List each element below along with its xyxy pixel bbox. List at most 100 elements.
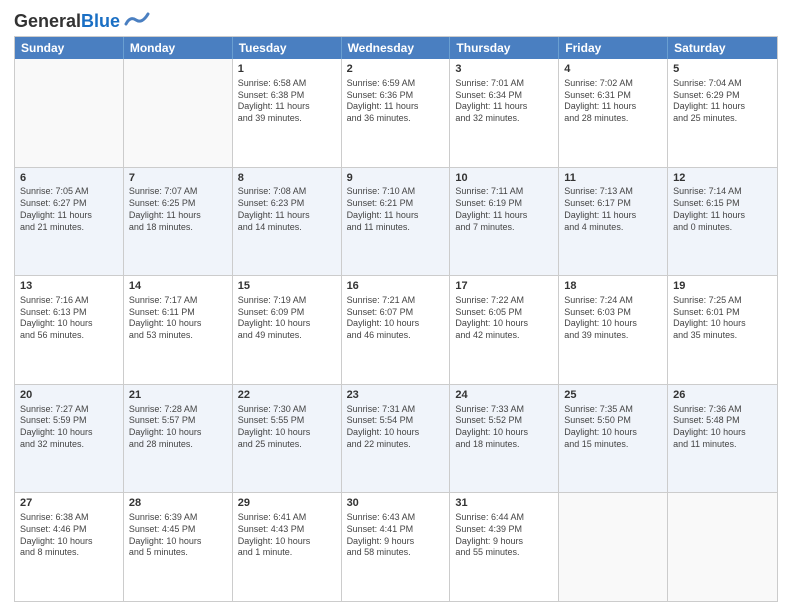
calendar-cell: 21Sunrise: 7:28 AM Sunset: 5:57 PM Dayli… (124, 385, 233, 493)
calendar-cell: 22Sunrise: 7:30 AM Sunset: 5:55 PM Dayli… (233, 385, 342, 493)
calendar-body: 1Sunrise: 6:58 AM Sunset: 6:38 PM Daylig… (15, 59, 777, 601)
day-number: 18 (564, 279, 662, 294)
page: GeneralBlue SundayMondayTuesdayWednesday… (0, 0, 792, 612)
calendar-cell: 6Sunrise: 7:05 AM Sunset: 6:27 PM Daylig… (15, 168, 124, 276)
cell-info: Sunrise: 7:22 AM Sunset: 6:05 PM Dayligh… (455, 295, 553, 342)
day-number: 21 (129, 388, 227, 403)
cell-info: Sunrise: 6:43 AM Sunset: 4:41 PM Dayligh… (347, 512, 445, 559)
day-number: 31 (455, 496, 553, 511)
calendar-cell: 5Sunrise: 7:04 AM Sunset: 6:29 PM Daylig… (668, 59, 777, 167)
cell-info: Sunrise: 7:25 AM Sunset: 6:01 PM Dayligh… (673, 295, 772, 342)
cal-header-thursday: Thursday (450, 37, 559, 59)
day-number: 7 (129, 171, 227, 186)
cal-header-saturday: Saturday (668, 37, 777, 59)
calendar-cell: 14Sunrise: 7:17 AM Sunset: 6:11 PM Dayli… (124, 276, 233, 384)
cell-info: Sunrise: 6:44 AM Sunset: 4:39 PM Dayligh… (455, 512, 553, 559)
logo-blue: Blue (81, 11, 120, 31)
cell-info: Sunrise: 7:05 AM Sunset: 6:27 PM Dayligh… (20, 186, 118, 233)
calendar-row-4: 27Sunrise: 6:38 AM Sunset: 4:46 PM Dayli… (15, 492, 777, 601)
cell-info: Sunrise: 7:35 AM Sunset: 5:50 PM Dayligh… (564, 404, 662, 451)
cell-info: Sunrise: 7:08 AM Sunset: 6:23 PM Dayligh… (238, 186, 336, 233)
cal-header-friday: Friday (559, 37, 668, 59)
cal-header-monday: Monday (124, 37, 233, 59)
calendar-cell: 28Sunrise: 6:39 AM Sunset: 4:45 PM Dayli… (124, 493, 233, 601)
day-number: 10 (455, 171, 553, 186)
logo-general: General (14, 11, 81, 31)
cell-info: Sunrise: 7:07 AM Sunset: 6:25 PM Dayligh… (129, 186, 227, 233)
header: GeneralBlue (14, 10, 778, 32)
cell-info: Sunrise: 7:19 AM Sunset: 6:09 PM Dayligh… (238, 295, 336, 342)
day-number: 3 (455, 62, 553, 77)
calendar: SundayMondayTuesdayWednesdayThursdayFrid… (14, 36, 778, 602)
calendar-cell: 15Sunrise: 7:19 AM Sunset: 6:09 PM Dayli… (233, 276, 342, 384)
calendar-header-row: SundayMondayTuesdayWednesdayThursdayFrid… (15, 37, 777, 59)
calendar-cell: 16Sunrise: 7:21 AM Sunset: 6:07 PM Dayli… (342, 276, 451, 384)
cal-header-wednesday: Wednesday (342, 37, 451, 59)
day-number: 8 (238, 171, 336, 186)
calendar-cell: 20Sunrise: 7:27 AM Sunset: 5:59 PM Dayli… (15, 385, 124, 493)
calendar-cell (15, 59, 124, 167)
day-number: 30 (347, 496, 445, 511)
calendar-cell: 26Sunrise: 7:36 AM Sunset: 5:48 PM Dayli… (668, 385, 777, 493)
day-number: 2 (347, 62, 445, 77)
cell-info: Sunrise: 7:11 AM Sunset: 6:19 PM Dayligh… (455, 186, 553, 233)
day-number: 1 (238, 62, 336, 77)
day-number: 22 (238, 388, 336, 403)
calendar-cell: 17Sunrise: 7:22 AM Sunset: 6:05 PM Dayli… (450, 276, 559, 384)
cell-info: Sunrise: 7:14 AM Sunset: 6:15 PM Dayligh… (673, 186, 772, 233)
day-number: 23 (347, 388, 445, 403)
calendar-cell: 2Sunrise: 6:59 AM Sunset: 6:36 PM Daylig… (342, 59, 451, 167)
calendar-cell: 25Sunrise: 7:35 AM Sunset: 5:50 PM Dayli… (559, 385, 668, 493)
cell-info: Sunrise: 7:01 AM Sunset: 6:34 PM Dayligh… (455, 78, 553, 125)
day-number: 29 (238, 496, 336, 511)
day-number: 14 (129, 279, 227, 294)
calendar-cell (124, 59, 233, 167)
cell-info: Sunrise: 6:58 AM Sunset: 6:38 PM Dayligh… (238, 78, 336, 125)
day-number: 4 (564, 62, 662, 77)
calendar-cell: 9Sunrise: 7:10 AM Sunset: 6:21 PM Daylig… (342, 168, 451, 276)
cell-info: Sunrise: 7:16 AM Sunset: 6:13 PM Dayligh… (20, 295, 118, 342)
cell-info: Sunrise: 6:39 AM Sunset: 4:45 PM Dayligh… (129, 512, 227, 559)
calendar-cell: 8Sunrise: 7:08 AM Sunset: 6:23 PM Daylig… (233, 168, 342, 276)
logo-wave-icon (122, 10, 150, 32)
day-number: 20 (20, 388, 118, 403)
calendar-cell: 18Sunrise: 7:24 AM Sunset: 6:03 PM Dayli… (559, 276, 668, 384)
day-number: 17 (455, 279, 553, 294)
calendar-cell: 3Sunrise: 7:01 AM Sunset: 6:34 PM Daylig… (450, 59, 559, 167)
day-number: 15 (238, 279, 336, 294)
day-number: 25 (564, 388, 662, 403)
cell-info: Sunrise: 7:04 AM Sunset: 6:29 PM Dayligh… (673, 78, 772, 125)
day-number: 11 (564, 171, 662, 186)
cell-info: Sunrise: 7:36 AM Sunset: 5:48 PM Dayligh… (673, 404, 772, 451)
day-number: 9 (347, 171, 445, 186)
day-number: 24 (455, 388, 553, 403)
cell-info: Sunrise: 7:30 AM Sunset: 5:55 PM Dayligh… (238, 404, 336, 451)
calendar-cell: 29Sunrise: 6:41 AM Sunset: 4:43 PM Dayli… (233, 493, 342, 601)
cell-info: Sunrise: 7:24 AM Sunset: 6:03 PM Dayligh… (564, 295, 662, 342)
logo-text: GeneralBlue (14, 12, 120, 30)
logo: GeneralBlue (14, 10, 150, 32)
cal-header-sunday: Sunday (15, 37, 124, 59)
day-number: 13 (20, 279, 118, 294)
day-number: 26 (673, 388, 772, 403)
calendar-row-3: 20Sunrise: 7:27 AM Sunset: 5:59 PM Dayli… (15, 384, 777, 493)
cell-info: Sunrise: 6:59 AM Sunset: 6:36 PM Dayligh… (347, 78, 445, 125)
day-number: 5 (673, 62, 772, 77)
calendar-cell: 19Sunrise: 7:25 AM Sunset: 6:01 PM Dayli… (668, 276, 777, 384)
calendar-row-1: 6Sunrise: 7:05 AM Sunset: 6:27 PM Daylig… (15, 167, 777, 276)
cal-header-tuesday: Tuesday (233, 37, 342, 59)
calendar-cell: 13Sunrise: 7:16 AM Sunset: 6:13 PM Dayli… (15, 276, 124, 384)
cell-info: Sunrise: 7:21 AM Sunset: 6:07 PM Dayligh… (347, 295, 445, 342)
cell-info: Sunrise: 7:28 AM Sunset: 5:57 PM Dayligh… (129, 404, 227, 451)
day-number: 6 (20, 171, 118, 186)
calendar-cell: 30Sunrise: 6:43 AM Sunset: 4:41 PM Dayli… (342, 493, 451, 601)
day-number: 16 (347, 279, 445, 294)
day-number: 12 (673, 171, 772, 186)
calendar-cell: 4Sunrise: 7:02 AM Sunset: 6:31 PM Daylig… (559, 59, 668, 167)
calendar-row-0: 1Sunrise: 6:58 AM Sunset: 6:38 PM Daylig… (15, 59, 777, 167)
calendar-cell: 23Sunrise: 7:31 AM Sunset: 5:54 PM Dayli… (342, 385, 451, 493)
cell-info: Sunrise: 6:41 AM Sunset: 4:43 PM Dayligh… (238, 512, 336, 559)
calendar-cell: 24Sunrise: 7:33 AM Sunset: 5:52 PM Dayli… (450, 385, 559, 493)
cell-info: Sunrise: 6:38 AM Sunset: 4:46 PM Dayligh… (20, 512, 118, 559)
calendar-cell (668, 493, 777, 601)
